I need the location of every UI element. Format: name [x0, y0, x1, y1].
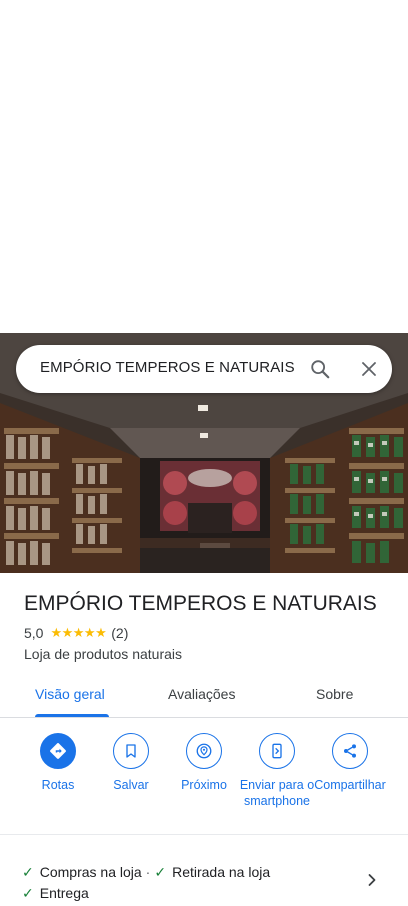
- directions-label: Rotas: [41, 778, 75, 792]
- tab-bar: Visão geral Avaliações Sobre: [0, 674, 408, 718]
- directions-button[interactable]: Rotas: [20, 733, 96, 793]
- directions-icon: [50, 743, 66, 759]
- active-tab-indicator: [35, 714, 109, 717]
- save-label: Salvar: [113, 778, 149, 792]
- nearby-button[interactable]: Próximo: [166, 733, 242, 793]
- tab-about[interactable]: Sobre: [316, 686, 353, 702]
- rating-stars: ★★★★★: [50, 625, 107, 640]
- check-icon: ✓: [22, 885, 34, 901]
- send-to-phone-label: Enviar para o smartphone: [239, 778, 315, 808]
- save-button[interactable]: Salvar: [93, 733, 169, 793]
- search-input[interactable]: EMPÓRIO TEMPEROS E NATURAIS: [40, 359, 295, 376]
- service-option-item: ✓ Compras na loja: [22, 862, 142, 883]
- tab-overview[interactable]: Visão geral: [35, 686, 105, 702]
- send-to-phone-button[interactable]: Enviar para o smartphone: [239, 733, 315, 809]
- place-title: EMPÓRIO TEMPEROS E NATURAIS: [24, 592, 377, 615]
- separator: ·: [145, 864, 151, 880]
- share-button[interactable]: Compartilhar: [312, 733, 388, 793]
- rating-row[interactable]: 5,0 ★★★★★ (2): [24, 625, 128, 641]
- send-to-phone-icon: [272, 743, 282, 759]
- review-count[interactable]: (2): [111, 625, 128, 641]
- chevron-right-icon[interactable]: [362, 870, 382, 890]
- check-icon: ✓: [154, 864, 167, 880]
- bookmark-icon: [126, 744, 136, 758]
- tab-reviews[interactable]: Avaliações: [168, 686, 235, 702]
- search-bar[interactable]: EMPÓRIO TEMPEROS E NATURAIS: [16, 345, 392, 393]
- share-icon: [344, 744, 356, 758]
- section-divider: [0, 834, 408, 835]
- share-label: Compartilhar: [314, 778, 386, 792]
- service-option-item: ✓ Retirada na loja: [154, 862, 270, 883]
- close-icon[interactable]: [355, 355, 383, 383]
- place-category[interactable]: Loja de produtos naturais: [24, 646, 182, 662]
- service-options[interactable]: ✓ Compras na loja · ✓ Retirada na loja ✓ Entr…: [22, 862, 352, 904]
- nearby-label: Próximo: [181, 778, 227, 792]
- nearby-icon: [196, 743, 212, 759]
- action-buttons: Rotas Salvar Próximo Enviar para o smart…: [0, 733, 408, 833]
- rating-value: 5,0: [24, 625, 44, 641]
- map-area[interactable]: [0, 0, 408, 333]
- search-icon[interactable]: [306, 355, 334, 383]
- check-icon: ✓: [22, 864, 34, 880]
- service-option-item: ✓ Entrega: [22, 883, 89, 904]
